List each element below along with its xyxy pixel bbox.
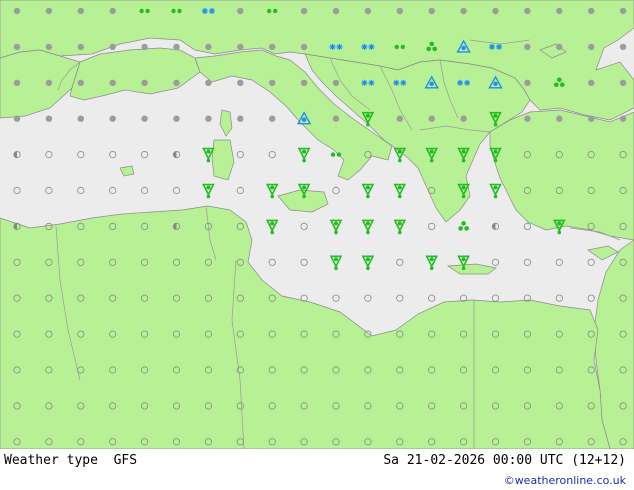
model-name: GFS — [113, 453, 138, 468]
filled-circle-icon — [428, 7, 435, 15]
filled-circle-icon — [109, 7, 116, 15]
filled-circle-icon — [237, 43, 244, 51]
filled-circle-icon — [141, 115, 148, 122]
filled-circle-icon — [492, 7, 499, 15]
filled-circle-icon — [141, 43, 148, 51]
filled-circle-icon — [524, 43, 531, 51]
filled-circle-icon — [300, 7, 308, 15]
filled-circle-icon — [524, 79, 531, 87]
filled-circle-icon — [77, 115, 85, 122]
filled-circle-icon — [364, 7, 372, 15]
filled-circle-icon — [13, 115, 21, 122]
filled-circle-icon — [45, 79, 53, 87]
filled-circle-icon — [332, 7, 340, 15]
filled-circle-icon — [77, 79, 85, 87]
filled-circle-icon — [619, 7, 627, 15]
filled-circle-icon — [237, 115, 244, 122]
filled-circle-icon — [396, 7, 403, 15]
filled-circle-icon — [300, 79, 308, 87]
filled-circle-icon — [524, 7, 531, 15]
filled-circle-icon — [269, 79, 276, 87]
filled-circle-icon — [173, 43, 180, 51]
filled-circle-icon — [13, 7, 21, 15]
credit-link[interactable]: ©weatheronline.co.uk — [504, 474, 626, 487]
filled-circle-icon — [524, 115, 531, 122]
filled-circle-icon — [109, 79, 116, 87]
filled-circle-icon — [77, 7, 85, 15]
filled-circle-icon — [237, 79, 244, 87]
filled-circle-icon — [13, 79, 21, 87]
filled-circle-icon — [269, 43, 276, 51]
weather-map — [0, 0, 634, 450]
filled-circle-icon — [205, 43, 212, 51]
filled-circle-icon — [173, 79, 180, 87]
filled-circle-icon — [109, 43, 116, 51]
filled-circle-icon — [460, 115, 467, 122]
filled-circle-icon — [588, 115, 595, 122]
filled-circle-icon — [619, 115, 627, 122]
filled-circle-icon — [45, 43, 53, 51]
filled-circle-icon — [269, 115, 276, 122]
filled-circle-icon — [300, 43, 308, 51]
filled-circle-icon — [332, 115, 340, 122]
map-title: Weather type — [4, 453, 98, 468]
filled-circle-icon — [237, 7, 244, 15]
filled-circle-icon — [45, 7, 53, 15]
filled-circle-icon — [619, 79, 627, 87]
filled-circle-icon — [205, 79, 212, 87]
filled-circle-icon — [205, 115, 212, 122]
filled-circle-icon — [141, 79, 148, 87]
map-footer: Weather type GFS Sa 21-02-2026 00:00 UTC… — [0, 449, 634, 490]
map-canvas — [0, 0, 634, 450]
filled-circle-icon — [588, 7, 595, 15]
filled-circle-icon — [13, 43, 21, 51]
filled-circle-icon — [556, 43, 563, 51]
valid-time: Sa 21-02-2026 00:00 UTC (12+12) — [383, 453, 626, 468]
filled-circle-icon — [173, 115, 180, 122]
filled-circle-icon — [396, 115, 403, 122]
filled-circle-icon — [109, 115, 116, 122]
filled-circle-icon — [588, 79, 595, 87]
filled-circle-icon — [428, 115, 435, 122]
filled-circle-icon — [332, 79, 340, 87]
filled-circle-icon — [556, 7, 563, 15]
filled-circle-icon — [588, 43, 595, 51]
filled-circle-icon — [77, 43, 85, 51]
map-title-block: Weather type GFS — [4, 453, 137, 468]
filled-circle-icon — [619, 43, 627, 51]
filled-circle-icon — [556, 115, 563, 122]
filled-circle-icon — [460, 7, 467, 15]
filled-circle-icon — [45, 115, 53, 122]
